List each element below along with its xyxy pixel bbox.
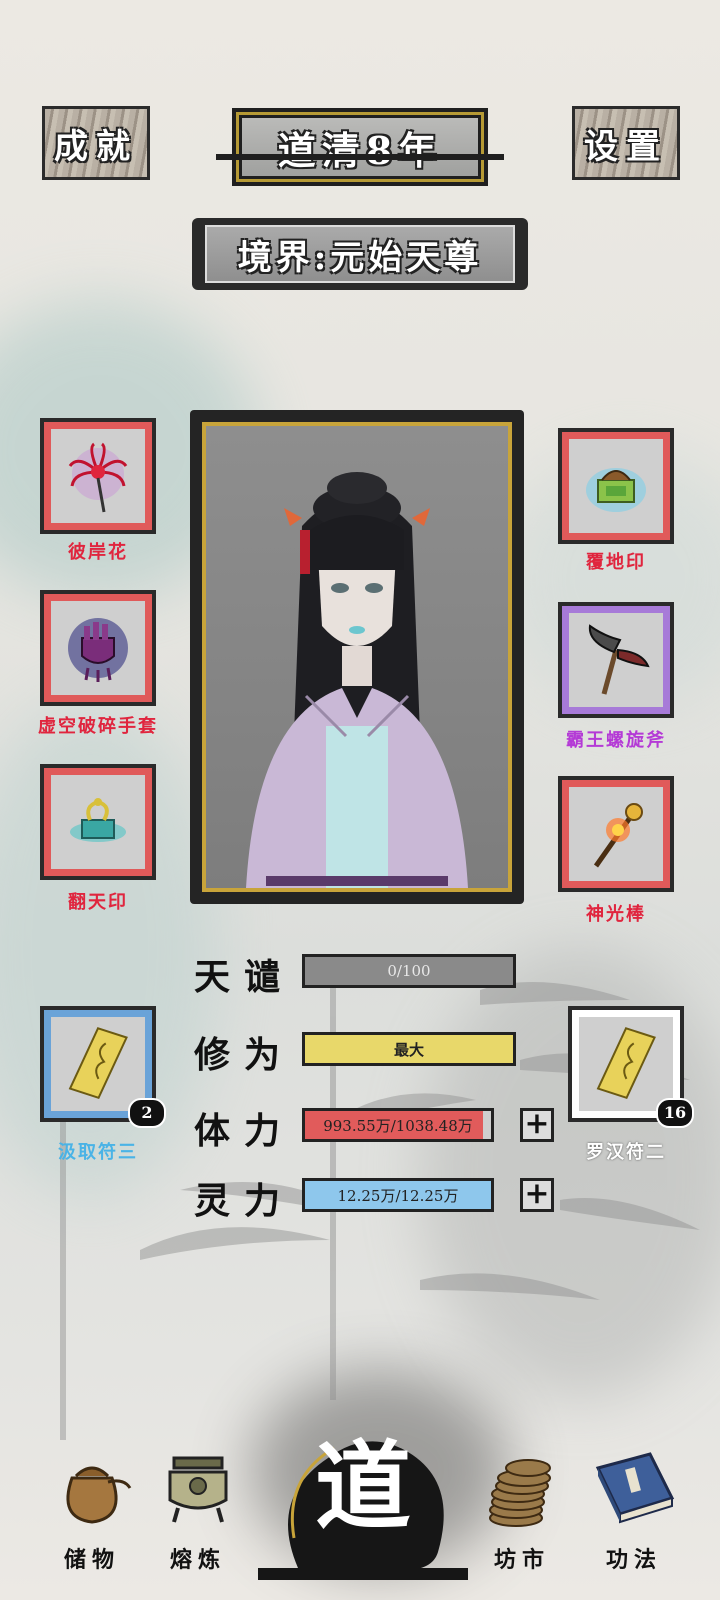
era-title-board: 道清8年	[232, 108, 488, 186]
equip-slot-left-3[interactable]	[40, 764, 156, 880]
equip-label-left-3: 翻天印	[68, 892, 128, 913]
earth-seal-icon	[586, 468, 646, 512]
talisman-icon	[596, 1027, 656, 1100]
nav-skills[interactable]: 功法	[584, 1448, 684, 1578]
spirit-value: 12.25万/12.25万	[337, 1186, 459, 1205]
nav-market[interactable]: 坊市	[472, 1448, 572, 1578]
realm-board: 境界:元始天尊	[192, 218, 528, 290]
talisman-label-left: 汲取符三	[58, 1142, 138, 1163]
spider-lily-icon	[68, 442, 128, 513]
heaven-seal-icon	[70, 798, 126, 842]
nav-smelting[interactable]: 熔炼	[148, 1448, 248, 1578]
equip-slot-right-3[interactable]	[558, 776, 674, 892]
equip-label-right-2: 霸王螺旋斧	[566, 730, 666, 751]
realm-text: 境界:元始天尊	[237, 237, 483, 278]
equip-label-right-1: 覆地印	[586, 552, 646, 573]
talisman-icon	[68, 1027, 128, 1100]
tribulation-label: 天谴	[194, 956, 295, 998]
stamina-bar: 993.55万/1038.48万	[302, 1108, 494, 1142]
nav-storage[interactable]: 储物	[42, 1448, 142, 1578]
talisman-slot-left[interactable]: 2	[40, 1006, 166, 1128]
battle-axe-icon	[588, 624, 650, 695]
talisman-count-right: 16	[656, 1098, 694, 1128]
settings-label: 设置	[584, 126, 668, 167]
nav-dao[interactable]: 道	[258, 1418, 468, 1588]
tribulation-bar: 0/100	[302, 954, 516, 988]
nav-skills-label: 功法	[605, 1547, 662, 1573]
nav-market-label: 坊市	[493, 1547, 550, 1573]
pouch-icon	[66, 1466, 132, 1524]
cultivation-bar: 最大	[302, 1032, 516, 1066]
equip-label-left-1: 彼岸花	[68, 542, 128, 563]
title-board-rod	[216, 154, 504, 160]
equip-slot-right-2[interactable]	[558, 602, 674, 718]
cultivation-value: 最大	[393, 1040, 424, 1059]
equip-label-right-3: 神光棒	[586, 904, 646, 925]
spirit-bar: 12.25万/12.25万	[302, 1178, 494, 1212]
equip-slot-right-1[interactable]	[558, 428, 674, 544]
divine-staff-icon	[593, 803, 643, 868]
character-portrait-frame	[190, 410, 524, 904]
tribulation-value: 0/100	[387, 962, 431, 980]
achievements-label: 成就	[54, 126, 138, 167]
stamina-plus-button[interactable]: +	[520, 1108, 554, 1142]
stamina-value: 993.55万/1038.48万	[323, 1116, 473, 1135]
nav-storage-label: 储物	[63, 1547, 120, 1573]
talisman-slot-right[interactable]: 16	[568, 1006, 694, 1128]
equip-slot-left-2[interactable]	[40, 590, 156, 706]
void-gauntlet-icon	[68, 618, 128, 682]
nav-smelting-label: 熔炼	[169, 1547, 226, 1573]
nav-dao-label: 道	[315, 1430, 411, 1543]
stamina-label: 体力	[194, 1110, 295, 1152]
achievements-button[interactable]: 成就	[42, 106, 150, 180]
talisman-label-right: 罗汉符二	[586, 1142, 666, 1163]
cultivation-label: 修为	[194, 1034, 295, 1076]
cauldron-icon	[168, 1456, 228, 1523]
character-portrait	[246, 472, 468, 888]
spirit-plus-button[interactable]: +	[520, 1178, 554, 1212]
settings-button[interactable]: 设置	[572, 106, 680, 180]
talisman-count-left: 2	[128, 1098, 166, 1128]
book-icon	[595, 1452, 675, 1524]
coins-icon	[489, 1459, 551, 1527]
equip-label-left-2: 虚空破碎手套	[38, 716, 158, 737]
spirit-label: 灵力	[194, 1180, 295, 1222]
era-title: 道清8年	[277, 127, 443, 173]
equip-slot-left-1[interactable]	[40, 418, 156, 534]
